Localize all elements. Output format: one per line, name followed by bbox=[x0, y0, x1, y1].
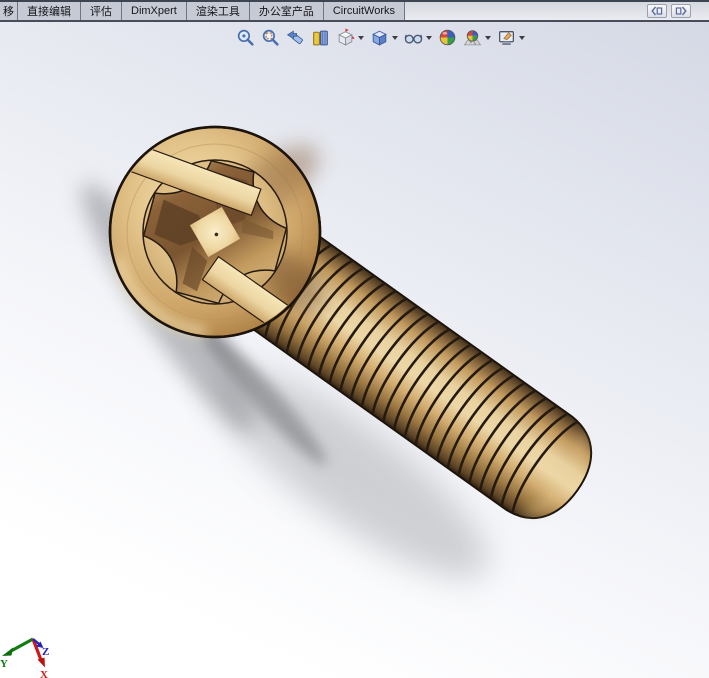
dock-collapse-left-icon bbox=[651, 6, 663, 16]
model-scene: Y X Z bbox=[0, 125, 593, 678]
view-settings-dropdown-caret[interactable] bbox=[519, 35, 525, 40]
hide-show-items-icon bbox=[404, 34, 423, 44]
tab-CircuitWorks[interactable]: CircuitWorks bbox=[323, 2, 405, 20]
tab-DimXpert[interactable]: DimXpert bbox=[122, 2, 187, 20]
y-axis-label: Y bbox=[0, 658, 8, 670]
x-axis-arrow bbox=[37, 657, 45, 668]
zoom-to-fit-button[interactable] bbox=[234, 26, 257, 49]
screw-head[interactable] bbox=[108, 125, 336, 339]
apply-scene-button[interactable] bbox=[461, 26, 493, 49]
command-tabs: 移直接编辑 评估 DimXpert 渲染工具 办公室产品 CircuitWorks bbox=[0, 2, 405, 20]
apply-scene-dropdown-caret[interactable] bbox=[485, 35, 491, 40]
tab-渲染工具[interactable]: 渲染工具 bbox=[186, 2, 250, 20]
tab-评估[interactable]: 评估 bbox=[81, 2, 122, 20]
tab-办公室产品[interactable]: 办公室产品 bbox=[249, 2, 324, 20]
command-manager-tabbar: 移直接编辑 评估 DimXpert 渲染工具 办公室产品 CircuitWorks bbox=[0, 0, 709, 22]
view-settings-icon bbox=[499, 31, 514, 45]
tab-移[interactable]: 移 bbox=[0, 2, 18, 20]
dock-expand-right-button[interactable] bbox=[671, 4, 691, 18]
section-view-icon bbox=[313, 30, 328, 46]
zoom-to-area-icon bbox=[262, 29, 279, 46]
view-settings-button[interactable] bbox=[495, 26, 527, 49]
hide-show-items-button[interactable] bbox=[402, 26, 434, 49]
edit-appearance-icon bbox=[439, 29, 456, 46]
tabbar-spacer bbox=[404, 2, 709, 20]
view-heads-up-toolbar bbox=[234, 26, 527, 49]
zoom-to-fit-icon bbox=[237, 29, 254, 46]
hide-show-items-dropdown-caret[interactable] bbox=[426, 35, 432, 40]
apply-scene-icon bbox=[463, 30, 482, 46]
z-axis-label: Z bbox=[42, 646, 49, 658]
dock-collapse-left-button[interactable] bbox=[647, 4, 667, 18]
y-axis-arrow bbox=[2, 647, 13, 656]
graphics-viewport[interactable]: Y X Z bbox=[0, 22, 709, 678]
display-style-button[interactable] bbox=[368, 26, 400, 49]
view-orientation-button[interactable] bbox=[334, 26, 366, 49]
display-style-icon bbox=[372, 30, 387, 46]
display-style-dropdown-caret[interactable] bbox=[392, 35, 398, 40]
edit-appearance-button[interactable] bbox=[436, 26, 459, 49]
previous-view-button[interactable] bbox=[284, 26, 307, 49]
tab-直接编辑[interactable]: 直接编辑 bbox=[18, 2, 81, 20]
orientation-triad: Y X Z bbox=[0, 637, 49, 678]
dock-expand-right-icon bbox=[675, 6, 687, 16]
previous-view-icon bbox=[286, 30, 303, 45]
zoom-to-area-button[interactable] bbox=[259, 26, 282, 49]
view-orientation-icon bbox=[338, 28, 355, 46]
x-axis-label: X bbox=[40, 669, 48, 678]
view-orientation-dropdown-caret[interactable] bbox=[358, 35, 364, 40]
section-view-button[interactable] bbox=[309, 26, 332, 49]
